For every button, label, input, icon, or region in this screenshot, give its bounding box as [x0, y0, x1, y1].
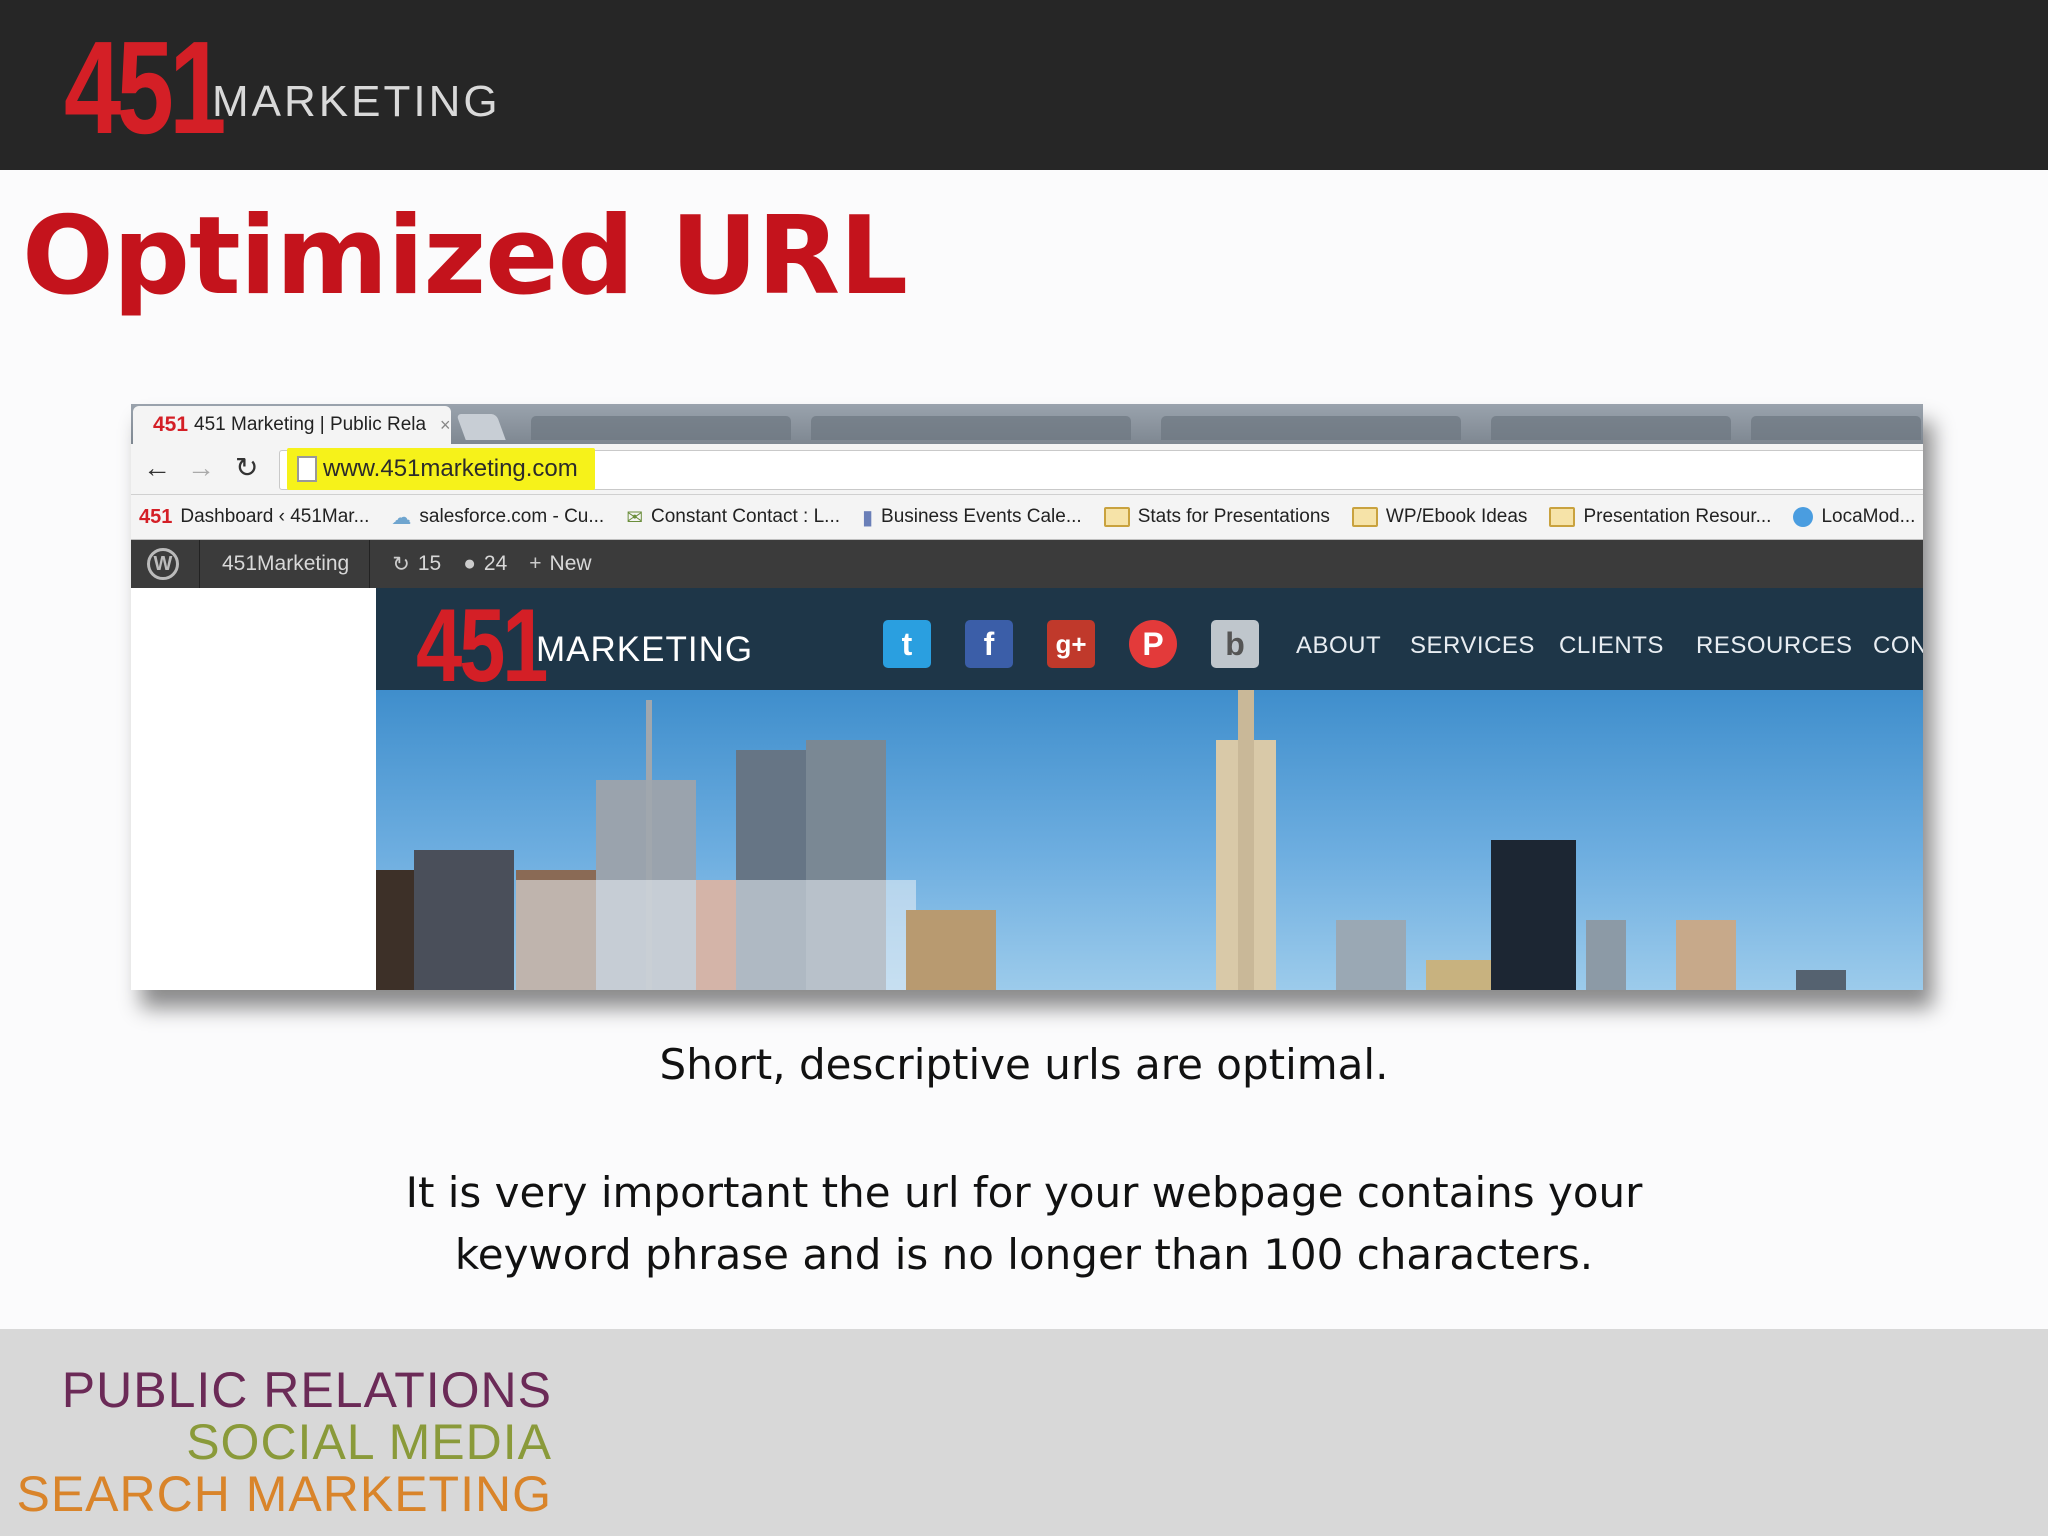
- tab-strip: 451 451 Marketing | Public Rela ×: [131, 404, 1923, 444]
- bookmark-label: LocaMod...: [1821, 506, 1916, 527]
- blurred-tab[interactable]: [1491, 416, 1731, 440]
- 451-favicon-icon: 451: [139, 505, 173, 528]
- forward-arrow-icon[interactable]: →: [187, 452, 215, 484]
- wp-new[interactable]: + New: [529, 552, 591, 576]
- building: [1796, 970, 1846, 990]
- wp-updates[interactable]: ↻ 15: [392, 552, 441, 577]
- updates-count: 15: [417, 552, 442, 575]
- building: [376, 870, 416, 990]
- divider: [369, 540, 371, 588]
- comment-icon: ●: [463, 552, 476, 575]
- footer-social-media: SOCIAL MEDIA: [186, 1414, 552, 1470]
- caption-keyword-guidance: It is very important the url for your we…: [0, 1162, 2048, 1286]
- facebook-icon[interactable]: f: [965, 620, 1013, 668]
- cloud-icon: ☁: [391, 506, 412, 529]
- folder-icon: [1351, 507, 1378, 527]
- site-logo-word: MARKETING: [536, 630, 754, 669]
- caption-short-urls: Short, descriptive urls are optimal.: [659, 1040, 1389, 1089]
- building: [906, 910, 996, 990]
- pinterest-icon[interactable]: P: [1129, 620, 1177, 668]
- site-navbar: 451 MARKETING t f g+ P b ABOUT SERVICES …: [376, 588, 1923, 698]
- slide-title: Optimized URL: [22, 194, 908, 319]
- bookmark-business-events[interactable]: ▮ Business Events Cale...: [862, 505, 1082, 530]
- new-tab-button[interactable]: [456, 414, 506, 440]
- twitter-icon[interactable]: t: [883, 620, 931, 668]
- blurred-tab[interactable]: [1161, 416, 1461, 440]
- slide-footer: PUBLIC RELATIONS SOCIAL MEDIA SEARCH MAR…: [0, 1329, 2048, 1536]
- tab-title: 451 Marketing | Public Rela: [194, 414, 427, 435]
- bookmark-salesforce[interactable]: ☁ salesforce.com - Cu...: [391, 505, 604, 530]
- folder-icon: [1549, 507, 1576, 527]
- menu-services[interactable]: SERVICES: [1410, 632, 1535, 660]
- blurred-tab[interactable]: [531, 416, 791, 440]
- wordpress-logo-icon[interactable]: W: [147, 548, 179, 580]
- city-skyline-image: [376, 690, 1923, 990]
- blogger-icon[interactable]: b: [1211, 620, 1259, 668]
- comments-count: 24: [483, 552, 508, 575]
- bookmark-label: WP/Ebook Ideas: [1385, 506, 1528, 527]
- caption-line: keyword phrase and is no longer than 100…: [454, 1230, 1594, 1279]
- building: [1586, 920, 1626, 990]
- bookmark-label: salesforce.com - Cu...: [419, 506, 605, 527]
- wordpress-admin-bar: W 451Marketing ↻ 15 ● 24 + New: [131, 540, 1923, 588]
- watermark-overlay: [516, 880, 916, 990]
- reload-icon[interactable]: ↻: [235, 452, 258, 484]
- wp-comments[interactable]: ● 24: [463, 552, 507, 576]
- menu-about[interactable]: ABOUT: [1296, 632, 1381, 660]
- bookmark-dashboard[interactable]: 451 Dashboard ‹ 451Mar...: [139, 506, 369, 529]
- building: [1491, 840, 1576, 990]
- wp-site-name[interactable]: 451Marketing: [222, 552, 349, 576]
- caption-line: It is very important the url for your we…: [405, 1168, 1643, 1217]
- folder-icon: [1103, 507, 1130, 527]
- footer-public-relations: PUBLIC RELATIONS: [61, 1362, 552, 1418]
- back-arrow-icon[interactable]: ←: [143, 452, 171, 484]
- slide-header: 451 MARKETING: [0, 0, 2048, 170]
- bookmark-label: Presentation Resour...: [1583, 506, 1772, 527]
- menu-clients[interactable]: CLIENTS: [1559, 632, 1664, 660]
- google-plus-icon[interactable]: g+: [1047, 620, 1095, 668]
- bookmark-label: Dashboard ‹ 451Mar...: [180, 506, 370, 527]
- page-icon: [297, 456, 317, 482]
- building: [1676, 920, 1736, 990]
- bookmark-locamod[interactable]: LocaMod...: [1793, 506, 1915, 528]
- browser-tab[interactable]: 451 451 Marketing | Public Rela ×: [133, 406, 451, 444]
- globe-icon: [1793, 507, 1814, 527]
- envelope-icon: ✉: [626, 506, 643, 529]
- logo-number: 451: [64, 14, 226, 161]
- url-text[interactable]: www.451marketing.com: [323, 455, 578, 483]
- tab-favicon: 451: [153, 413, 189, 436]
- website-preview: 451 MARKETING t f g+ P b ABOUT SERVICES …: [376, 588, 1923, 990]
- bookmark-wp-ebook-folder[interactable]: WP/Ebook Ideas: [1351, 506, 1528, 528]
- logo-word: MARKETING: [212, 77, 501, 126]
- building: [414, 850, 514, 990]
- blurred-tab[interactable]: [811, 416, 1131, 440]
- divider: [199, 540, 200, 588]
- bookmark-label: Stats for Presentations: [1137, 506, 1330, 527]
- new-label: New: [549, 552, 592, 575]
- menu-resources[interactable]: RESOURCES: [1696, 632, 1853, 660]
- building: [1336, 920, 1406, 990]
- spire: [1238, 690, 1254, 990]
- bookmark-constant-contact[interactable]: ✉ Constant Contact : L...: [626, 505, 840, 530]
- refresh-icon: ↻: [392, 552, 410, 576]
- tab-close-icon[interactable]: ×: [440, 415, 451, 436]
- plus-icon: +: [529, 552, 542, 575]
- footer-search-marketing: SEARCH MARKETING: [16, 1466, 552, 1522]
- bookmark-presentation-folder[interactable]: Presentation Resour...: [1549, 506, 1771, 528]
- browser-toolbar: ← → ↻ www.451marketing.com: [131, 444, 1923, 495]
- calendar-icon: ▮: [862, 506, 874, 529]
- browser-screenshot: 451 451 Marketing | Public Rela × ← → ↻ …: [131, 404, 1923, 990]
- blurred-tab[interactable]: [1751, 416, 1921, 440]
- bookmarks-bar: 451 Dashboard ‹ 451Mar... ☁ salesforce.c…: [131, 495, 1923, 540]
- bookmark-label: Business Events Cale...: [881, 506, 1082, 527]
- bookmark-stats-folder[interactable]: Stats for Presentations: [1103, 506, 1330, 528]
- menu-contact-us[interactable]: CONTACT US: [1873, 632, 1923, 660]
- webpage-viewport: 451 MARKETING t f g+ P b ABOUT SERVICES …: [131, 588, 1923, 990]
- site-logo-number: 451: [416, 588, 548, 704]
- bookmark-label: Constant Contact : L...: [650, 506, 841, 527]
